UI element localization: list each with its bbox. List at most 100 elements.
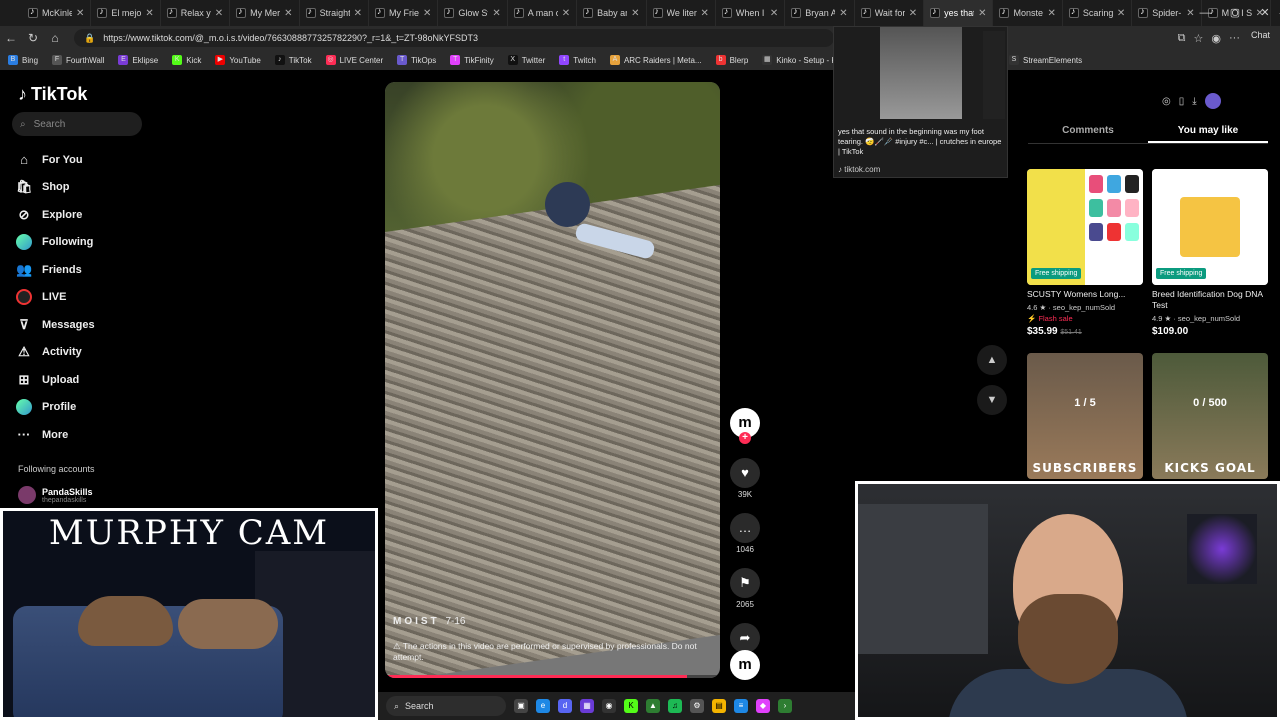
- browser-tab[interactable]: A man c ✕: [508, 0, 578, 26]
- device-icon[interactable]: ▯: [1179, 96, 1185, 107]
- browser-tab[interactable]: Baby an✕: [577, 0, 647, 26]
- comment-action[interactable]: … 1046: [728, 513, 762, 554]
- suggested-video-card[interactable]: 1 / 5 SUBSCRIBERS: [1027, 353, 1143, 479]
- coin-icon[interactable]: ◎: [1162, 96, 1171, 107]
- folder-icon[interactable]: ▤: [712, 699, 726, 713]
- menu-item-more[interactable]: ··· More: [16, 421, 156, 449]
- bookmark-icon[interactable]: ⚑: [730, 568, 760, 598]
- kick-icon[interactable]: K: [624, 699, 638, 713]
- menu-item-upload[interactable]: ⊞ Upload: [16, 366, 156, 394]
- bookmark-item[interactable]: S StreamElements: [1009, 55, 1082, 65]
- bookmark-item[interactable]: b Blerp: [715, 55, 748, 65]
- edge-icon[interactable]: e: [536, 699, 550, 713]
- heart-icon[interactable]: ♥: [730, 458, 760, 488]
- browser-tab[interactable]: Wait for ✕: [855, 0, 925, 26]
- bookmark-item[interactable]: ♪ TikTok: [274, 55, 312, 65]
- next-video-button[interactable]: ▼: [977, 385, 1007, 415]
- menu-item-friends[interactable]: 👥 Friends: [16, 256, 156, 284]
- extensions-icon[interactable]: ⧉: [1178, 32, 1186, 45]
- bookmark-item[interactable]: X Twitter: [507, 55, 545, 65]
- menu-icon[interactable]: ···: [1229, 32, 1240, 44]
- close-tab-icon[interactable]: ✕: [423, 8, 431, 19]
- close-tab-icon[interactable]: ✕: [284, 8, 292, 19]
- product-card[interactable]: Free shipping Breed Identification Dog D…: [1152, 169, 1268, 337]
- app-icon[interactable]: ◆: [756, 699, 770, 713]
- menu-item-activity[interactable]: ⚠ Activity: [16, 339, 156, 367]
- browser-tab[interactable]: yes that✕: [924, 0, 994, 26]
- menu-item-for-you[interactable]: ⌂ For You: [16, 146, 156, 174]
- tab-comments[interactable]: Comments: [1028, 120, 1148, 143]
- taskbar-search[interactable]: ⌕ Search: [386, 696, 506, 716]
- bookmark-item[interactable]: T TikOps: [397, 55, 436, 65]
- favorite-icon[interactable]: ☆: [1194, 32, 1204, 45]
- menu-item-shop[interactable]: 🛍 Shop: [16, 174, 156, 202]
- following-account-item[interactable]: PandaSkills thepandaskills: [18, 486, 93, 504]
- save-action[interactable]: ⚑ 2065: [728, 568, 762, 609]
- share-icon[interactable]: ➦: [730, 623, 760, 653]
- tab-you-may-like[interactable]: You may like: [1148, 120, 1268, 143]
- browser-tab[interactable]: Scaring ✕: [1063, 0, 1133, 26]
- bookmark-item[interactable]: T TikFinity: [450, 55, 494, 65]
- copilot-chat-button[interactable]: Chat: [1251, 30, 1270, 40]
- video-progress-bar[interactable]: [385, 675, 720, 678]
- browser-tab[interactable]: My Frie ✕: [369, 0, 439, 26]
- maximize-button[interactable]: ▢: [1220, 0, 1250, 26]
- bookmark-item[interactable]: E Eklipse: [118, 55, 158, 65]
- tiktok-logo[interactable]: ♪ TikTok: [18, 84, 87, 105]
- suggested-video-card[interactable]: 0 / 500 KICKS GOAL: [1152, 353, 1268, 479]
- photos-icon[interactable]: ▲: [646, 699, 660, 713]
- bookmark-item[interactable]: ▶ YouTube: [215, 55, 261, 65]
- browser-tab[interactable]: El mejor✕: [91, 0, 161, 26]
- comment-icon[interactable]: …: [730, 513, 760, 543]
- close-tab-icon[interactable]: ✕: [76, 8, 84, 19]
- browser-tab[interactable]: My Mer✕: [230, 0, 300, 26]
- profile-icon[interactable]: ◉: [1211, 32, 1221, 45]
- music-disc-avatar[interactable]: m: [730, 650, 760, 680]
- close-tab-icon[interactable]: ✕: [909, 8, 917, 19]
- previous-video-button[interactable]: ▲: [977, 345, 1007, 375]
- close-tab-icon[interactable]: ✕: [978, 8, 986, 19]
- close-tab-icon[interactable]: ✕: [770, 8, 778, 19]
- close-tab-icon[interactable]: ✕: [701, 8, 709, 19]
- close-tab-icon[interactable]: ✕: [1047, 8, 1055, 19]
- follow-plus-icon[interactable]: +: [739, 432, 751, 444]
- browser-tab[interactable]: Bryan A✕: [785, 0, 855, 26]
- product-card[interactable]: Free shipping SCUSTY Womens Long... 4.6 …: [1027, 169, 1143, 337]
- notepad-icon[interactable]: ≡: [734, 699, 748, 713]
- browser-tab[interactable]: McKinle ✕: [22, 0, 92, 26]
- spotify-icon[interactable]: ♫: [668, 699, 682, 713]
- tiktok-search-input[interactable]: ⌕ Search: [12, 112, 142, 136]
- close-tab-icon[interactable]: ✕: [492, 8, 500, 19]
- browser-tab[interactable]: Monste ✕: [993, 0, 1063, 26]
- like-action[interactable]: ♥ 39K: [728, 458, 762, 499]
- bookmark-item[interactable]: B Bing: [8, 55, 38, 65]
- close-tab-icon[interactable]: ✕: [631, 8, 639, 19]
- close-tab-icon[interactable]: ✕: [354, 8, 362, 19]
- menu-item-explore[interactable]: ⊘ Explore: [16, 201, 156, 229]
- browser-tab[interactable]: Relax yo ✕: [161, 0, 231, 26]
- menu-item-profile[interactable]: Profile: [16, 394, 156, 422]
- download-icon[interactable]: ⤓: [1192, 96, 1196, 107]
- address-bar[interactable]: 🔒 https://www.tiktok.com/@_m.o.i.s.t/vid…: [74, 29, 834, 47]
- close-tab-icon[interactable]: ✕: [215, 8, 223, 19]
- discord-icon[interactable]: d: [558, 699, 572, 713]
- bookmark-item[interactable]: F FourthWall: [52, 55, 104, 65]
- browser-tab[interactable]: Glow St✕: [438, 0, 508, 26]
- close-tab-icon[interactable]: ✕: [1117, 8, 1125, 19]
- creator-avatar[interactable]: m +: [730, 408, 760, 444]
- app-grid-icon[interactable]: ▦: [580, 699, 594, 713]
- browser-tab[interactable]: Straight ✕: [300, 0, 369, 26]
- browser-tab[interactable]: We liter ✕: [647, 0, 716, 26]
- browser-tab[interactable]: When I ✕: [716, 0, 786, 26]
- close-tab-icon[interactable]: ✕: [145, 8, 153, 19]
- bookmark-item[interactable]: ◎ LIVE Center: [325, 55, 383, 65]
- minimize-button[interactable]: —: [1190, 0, 1220, 26]
- video-player[interactable]: MOIST 7-16 ⚠ The actions in this video a…: [385, 82, 720, 678]
- avatar[interactable]: [1204, 93, 1221, 109]
- bookmark-item[interactable]: K Kick: [172, 55, 201, 65]
- settings-icon[interactable]: ⚙: [690, 699, 704, 713]
- bookmark-item[interactable]: A ARC Raiders | Meta...: [609, 55, 702, 65]
- menu-item-messages[interactable]: ⊽ Messages: [16, 311, 156, 339]
- close-tab-icon[interactable]: ✕: [562, 8, 570, 19]
- home-icon[interactable]: ⌂: [44, 31, 66, 45]
